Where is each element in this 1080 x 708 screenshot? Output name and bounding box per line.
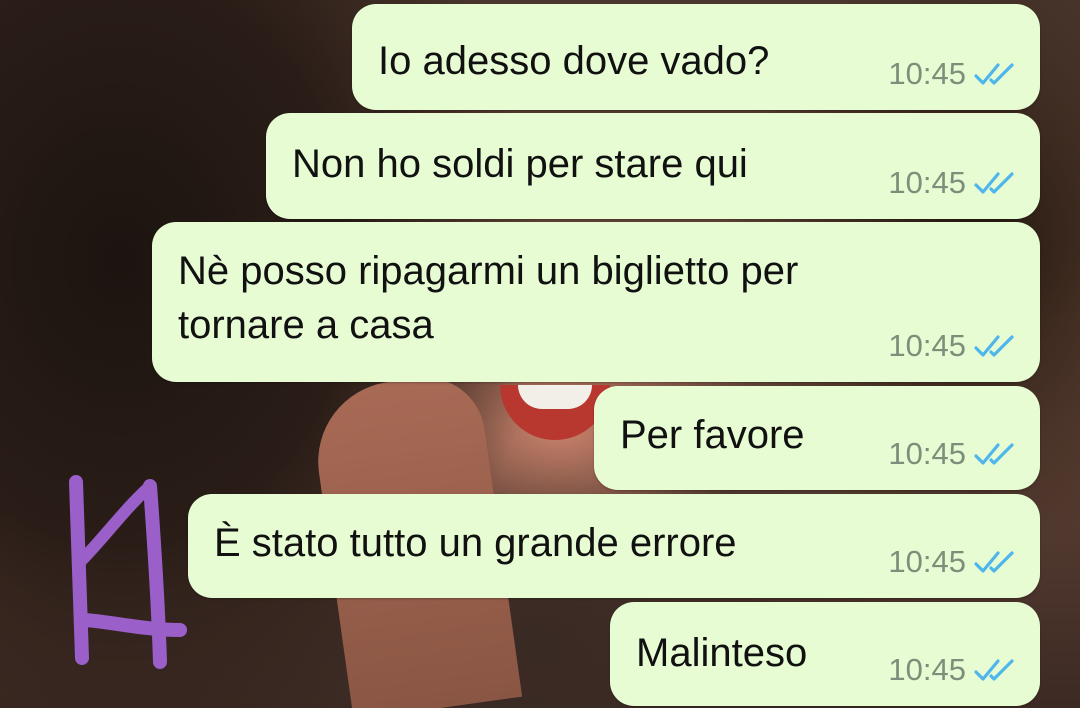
- message-bubble[interactable]: Non ho soldi per stare qui 10:45: [266, 113, 1040, 219]
- message-bubble[interactable]: Nè posso ripagarmi un biglietto per torn…: [152, 222, 1040, 382]
- double-check-icon: [974, 63, 1014, 85]
- double-check-icon: [974, 551, 1014, 573]
- message-meta: 10:45: [888, 328, 1016, 364]
- message-text: Nè posso ripagarmi un biglietto per torn…: [178, 249, 799, 347]
- message-time: 10:45: [888, 328, 966, 363]
- message-meta: 10:45: [888, 165, 1016, 201]
- message-text: Per favore: [620, 413, 805, 457]
- message-time: 10:45: [888, 544, 966, 579]
- message-time: 10:45: [888, 56, 966, 91]
- message-time: 10:45: [888, 436, 966, 471]
- message-meta: 10:45: [888, 436, 1016, 472]
- message-bubble[interactable]: È stato tutto un grande errore 10:45: [188, 494, 1040, 598]
- double-check-icon: [974, 659, 1014, 681]
- message-text: Io adesso dove vado?: [378, 39, 770, 83]
- message-meta: 10:45: [888, 652, 1016, 688]
- message-text: Malinteso: [636, 631, 808, 675]
- message-text: Non ho soldi per stare qui: [292, 142, 748, 186]
- double-check-icon: [974, 335, 1014, 357]
- message-time: 10:45: [888, 165, 966, 200]
- message-meta: 10:45: [888, 56, 1016, 92]
- double-check-icon: [974, 172, 1014, 194]
- message-bubble[interactable]: Io adesso dove vado? 10:45: [352, 4, 1040, 110]
- message-bubble[interactable]: Malinteso 10:45: [610, 602, 1040, 706]
- message-text: È stato tutto un grande errore: [214, 521, 737, 565]
- message-bubble[interactable]: Per favore 10:45: [594, 386, 1040, 490]
- message-time: 10:45: [888, 652, 966, 687]
- message-meta: 10:45: [888, 544, 1016, 580]
- handwritten-k-mark-icon: [69, 475, 187, 669]
- double-check-icon: [974, 443, 1014, 465]
